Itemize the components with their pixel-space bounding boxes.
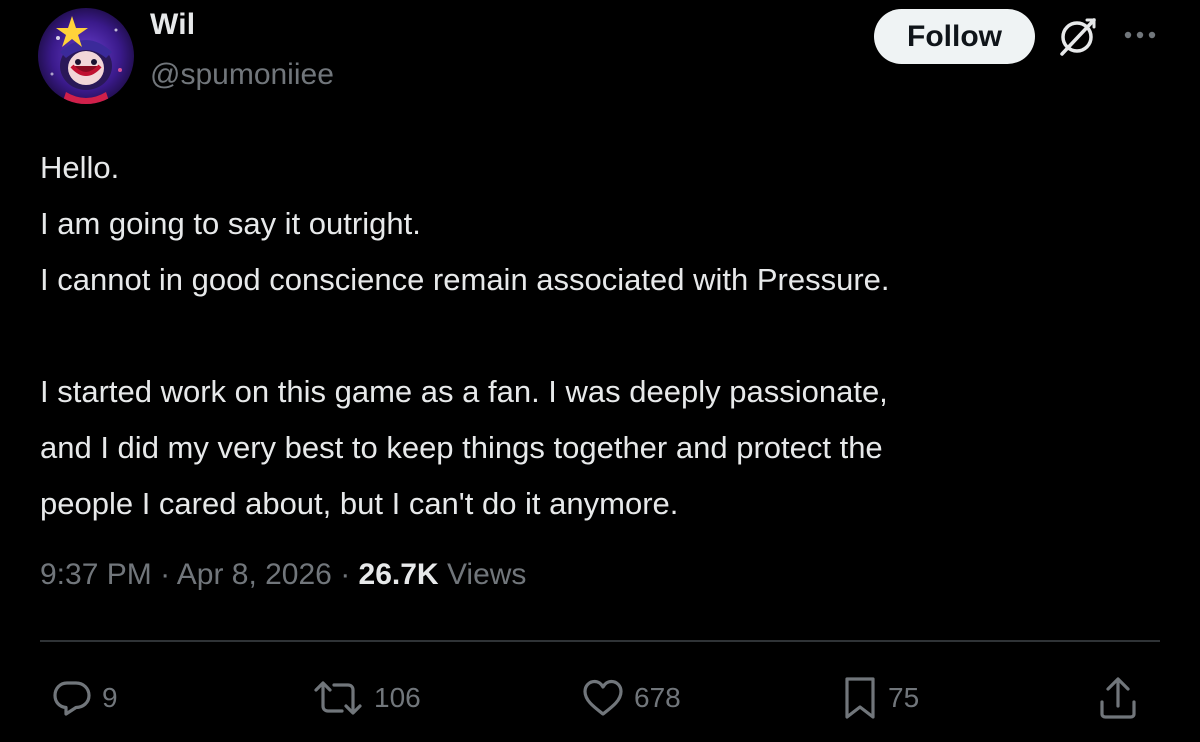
- tweet-line: and I did my very best to keep things to…: [40, 430, 883, 465]
- share-button[interactable]: [1096, 670, 1140, 726]
- reply-count: 9: [102, 682, 118, 713]
- tweet-line: I started work on this game as a fan. I …: [40, 374, 888, 409]
- tweet-detail: Wil @spumoniiee Follow Hello. I am going…: [0, 0, 1200, 742]
- views-label: Views: [438, 558, 527, 591]
- meta-separator: ·: [331, 558, 359, 591]
- tweet-line: Hello.: [40, 150, 120, 185]
- reply-button[interactable]: 9: [50, 670, 118, 726]
- tweet-line: I cannot in good conscience remain assoc…: [40, 262, 890, 297]
- heart-icon: [583, 679, 623, 716]
- bookmark-button[interactable]: 75: [840, 670, 919, 726]
- tweet-line: people I cared about, but I can't do it …: [40, 486, 679, 521]
- divider: [40, 640, 1160, 642]
- repost-count: 106: [374, 682, 421, 713]
- author-handle[interactable]: @spumoniiee: [150, 58, 334, 92]
- tweet-line: I am going to say it outright.: [40, 206, 421, 241]
- bookmark-icon: [845, 677, 875, 719]
- repost-button[interactable]: 106: [310, 670, 421, 726]
- grok-icon[interactable]: [1054, 14, 1100, 60]
- like-button[interactable]: 678: [580, 670, 681, 726]
- meta-separator: ·: [151, 558, 177, 591]
- tweet-text: Hello. I am going to say it outright. I …: [40, 140, 1170, 532]
- tweet-date[interactable]: Apr 8, 2026: [177, 558, 332, 591]
- more-options-icon[interactable]: [1120, 22, 1160, 48]
- bookmark-count: 75: [888, 682, 920, 713]
- author-name[interactable]: Wil: [150, 8, 195, 42]
- follow-button[interactable]: Follow: [874, 9, 1035, 64]
- reply-icon: [53, 681, 91, 716]
- tweet-time[interactable]: 9:37 PM: [40, 558, 152, 591]
- avatar[interactable]: [38, 8, 134, 104]
- repost-icon: [314, 681, 362, 715]
- views-count[interactable]: 26.7K: [359, 558, 439, 591]
- like-count: 678: [634, 682, 681, 713]
- tweet-meta: 9:37 PM · Apr 8, 2026 · 26.7K Views: [40, 558, 526, 592]
- share-icon: [1100, 677, 1136, 719]
